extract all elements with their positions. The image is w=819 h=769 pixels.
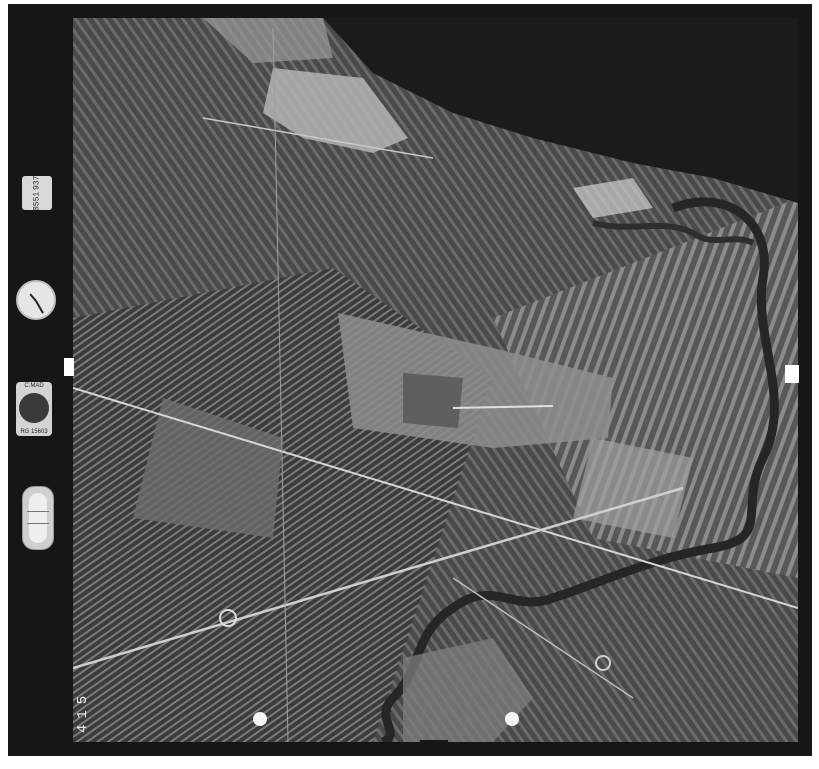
altimeter-label-top: C.MAD xyxy=(24,383,44,389)
altimeter-dial xyxy=(19,393,49,423)
aerial-photo-svg xyxy=(73,18,798,742)
altimeter-icon: C.MAD RG 15603 xyxy=(16,382,52,436)
aerial-photo xyxy=(73,18,798,742)
clock-icon xyxy=(16,280,56,320)
fiducial-notch-bottom xyxy=(420,740,448,750)
frame-number: 415 xyxy=(75,689,91,733)
counter-line-1: 0551 xyxy=(32,191,42,211)
altimeter-label-bottom: RG 15603 xyxy=(20,429,48,435)
fiducial-notch xyxy=(785,365,799,383)
level-tick xyxy=(27,511,49,512)
fiducial-mark xyxy=(253,712,267,726)
fiducial-notch xyxy=(64,358,74,376)
fiducial-mark xyxy=(505,712,519,726)
level-bubble-icon xyxy=(22,486,54,550)
clock-minute-hand xyxy=(35,300,44,314)
level-tick xyxy=(27,523,49,524)
field-block xyxy=(403,373,463,428)
counter-line-2: 937 xyxy=(32,175,42,190)
level-tube xyxy=(29,493,47,543)
frame-counter: 0551 937 xyxy=(22,175,52,211)
